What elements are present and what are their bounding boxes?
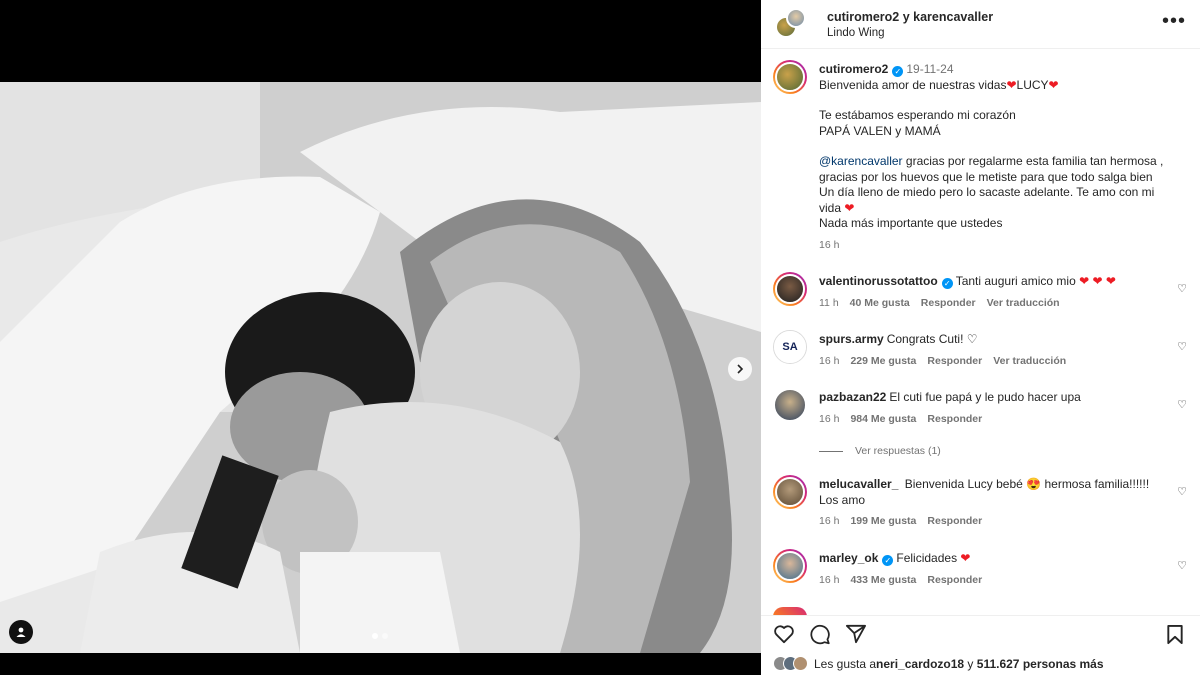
comments-list[interactable]: cutiromero2 ✓ 19-11-24 Bienvenida amor de …: [761, 50, 1200, 615]
caption-line: Nada más importante que ustedes: [819, 216, 1003, 230]
heart-icon[interactable]: [773, 624, 795, 644]
avatar[interactable]: [773, 475, 807, 509]
bookmark-icon[interactable]: [1166, 624, 1184, 645]
likes-summary: Les gusta a neri_cardozo18 y 511.627 per…: [773, 656, 1104, 671]
caption-line: PAPÁ VALEN y MAMÁ: [819, 123, 941, 138]
user-tag-button[interactable]: [9, 620, 33, 644]
comment-text: El cuti fue papá y le pudo hacer upa: [889, 390, 1081, 404]
comment-text: Los amo: [819, 492, 866, 507]
likes-user-link[interactable]: neri_cardozo18: [876, 657, 964, 671]
comment-likes[interactable]: 199 Me gusta: [850, 514, 916, 530]
caption-date: 19-11-24: [906, 62, 954, 76]
heart-emoji-icon: ❤ ❤ ❤: [1079, 274, 1116, 288]
post-authors[interactable]: cutiromero2 y karencavaller: [827, 10, 993, 24]
photo-illustration: [0, 82, 761, 653]
avatar[interactable]: [773, 549, 807, 583]
comment-text: Felicidades: [896, 551, 958, 565]
comment-time[interactable]: 11 h: [819, 296, 839, 312]
comment-time[interactable]: 16 h: [819, 412, 839, 428]
comment-username[interactable]: melucavaller_: [819, 477, 898, 491]
caption-time[interactable]: 16 h: [819, 238, 839, 254]
comment-text: hermosa familia!!!!!!: [1044, 477, 1150, 491]
translate-button[interactable]: Ver traducción: [987, 296, 1060, 312]
carousel-dot: [372, 633, 378, 639]
carousel-indicator: [372, 633, 388, 639]
chevron-right-icon: [737, 364, 744, 374]
comment-text: Congrats Cuti!: [886, 332, 967, 346]
mention-link[interactable]: @karencavaller: [819, 154, 903, 168]
heart-emoji-icon: ❤: [1048, 77, 1059, 92]
comment-likes[interactable]: 229 Me gusta: [850, 354, 916, 370]
comment-time[interactable]: 16 h: [819, 354, 839, 370]
comment-username[interactable]: marley_ok: [819, 551, 878, 565]
caption-username[interactable]: cutiromero2: [819, 62, 888, 76]
avatar[interactable]: [773, 272, 807, 306]
reply-button[interactable]: Responder: [927, 573, 982, 589]
post-sidebar: cutiromero2 y karencavaller Lindo Wing •…: [761, 0, 1200, 675]
view-replies-label: Ver respuestas (1): [855, 445, 941, 457]
avatar[interactable]: [773, 60, 807, 94]
post-photo[interactable]: [0, 82, 761, 653]
comment-likes[interactable]: 40 Me gusta: [850, 296, 910, 312]
reply-button[interactable]: Responder: [927, 412, 982, 428]
heart-emoji-icon: ❤: [960, 551, 971, 565]
carousel-dot: [382, 633, 388, 639]
heart-outline-emoji-icon: ♡: [966, 332, 978, 346]
divider: [819, 450, 843, 452]
more-options-icon[interactable]: •••: [1162, 10, 1186, 33]
like-comment-icon[interactable]: ♡: [1177, 398, 1187, 411]
heart-emoji-icon: ❤: [844, 200, 855, 215]
post-location[interactable]: Lindo Wing: [827, 27, 993, 39]
verified-icon: ✓: [941, 278, 953, 289]
avatar: [793, 656, 808, 671]
avatar[interactable]: SA: [773, 330, 807, 364]
reply-button[interactable]: Responder: [927, 514, 982, 530]
like-comment-icon[interactable]: ♡: [1177, 340, 1187, 353]
caption-line: vida: [819, 200, 842, 215]
caption-line: Un día lleno de miedo pero lo sacaste ad…: [819, 185, 1155, 199]
comment-username[interactable]: spurs.army: [819, 332, 884, 346]
comment-time[interactable]: 16 h: [819, 514, 839, 530]
user-tag-icon: [16, 627, 26, 637]
like-comment-icon[interactable]: ♡: [1177, 559, 1187, 572]
verified-icon: ✓: [882, 555, 894, 566]
like-comment-icon[interactable]: ♡: [1177, 282, 1187, 295]
translate-button[interactable]: Ver traducción: [993, 354, 1066, 370]
caption-lucy: LUCY: [1016, 77, 1049, 92]
likes-count-link[interactable]: 511.627 personas más: [977, 657, 1104, 671]
reply-button[interactable]: Responder: [927, 354, 982, 370]
post-actions: [761, 615, 1200, 651]
avatar: [786, 8, 806, 28]
share-icon[interactable]: [845, 624, 867, 644]
reply-button[interactable]: Responder: [921, 296, 976, 312]
caption-line: gracias por los huevos que le metiste pa…: [819, 169, 1153, 184]
heart-eyes-emoji-icon: 😍: [1026, 477, 1042, 491]
verified-icon: ✓: [892, 66, 904, 77]
caption-line: Te estábamos esperando mi corazón: [819, 108, 1016, 122]
comment-likes[interactable]: 433 Me gusta: [850, 573, 916, 589]
caption-line: Bienvenida amor de nuestras vidas: [819, 77, 1007, 92]
likes-mid: y: [964, 656, 977, 671]
likes-prefix: Les gusta a: [814, 656, 877, 671]
post-media: [0, 0, 761, 675]
post-header: cutiromero2 y karencavaller Lindo Wing •…: [761, 0, 1200, 49]
author-avatars[interactable]: [773, 6, 809, 42]
comment-text: Bienvenida Lucy bebé: [904, 477, 1023, 491]
avatar: [773, 607, 807, 615]
comment-likes[interactable]: 984 Me gusta: [850, 412, 916, 428]
comment-icon[interactable]: [809, 624, 831, 645]
comment-username[interactable]: pazbazan22: [819, 390, 886, 404]
view-replies-button[interactable]: Ver respuestas (1): [819, 445, 941, 457]
heart-emoji-icon: ❤: [1006, 77, 1017, 92]
like-comment-icon[interactable]: ♡: [1177, 485, 1187, 498]
comment-time[interactable]: 16 h: [819, 573, 839, 589]
caption-line: gracias por regalarme esta familia tan h…: [902, 154, 1164, 168]
comment-username[interactable]: valentinorussotattoo: [819, 274, 938, 288]
next-image-button[interactable]: [728, 357, 752, 381]
comment-text: Tanti auguri amico mio: [955, 274, 1080, 288]
avatar[interactable]: [773, 388, 807, 422]
